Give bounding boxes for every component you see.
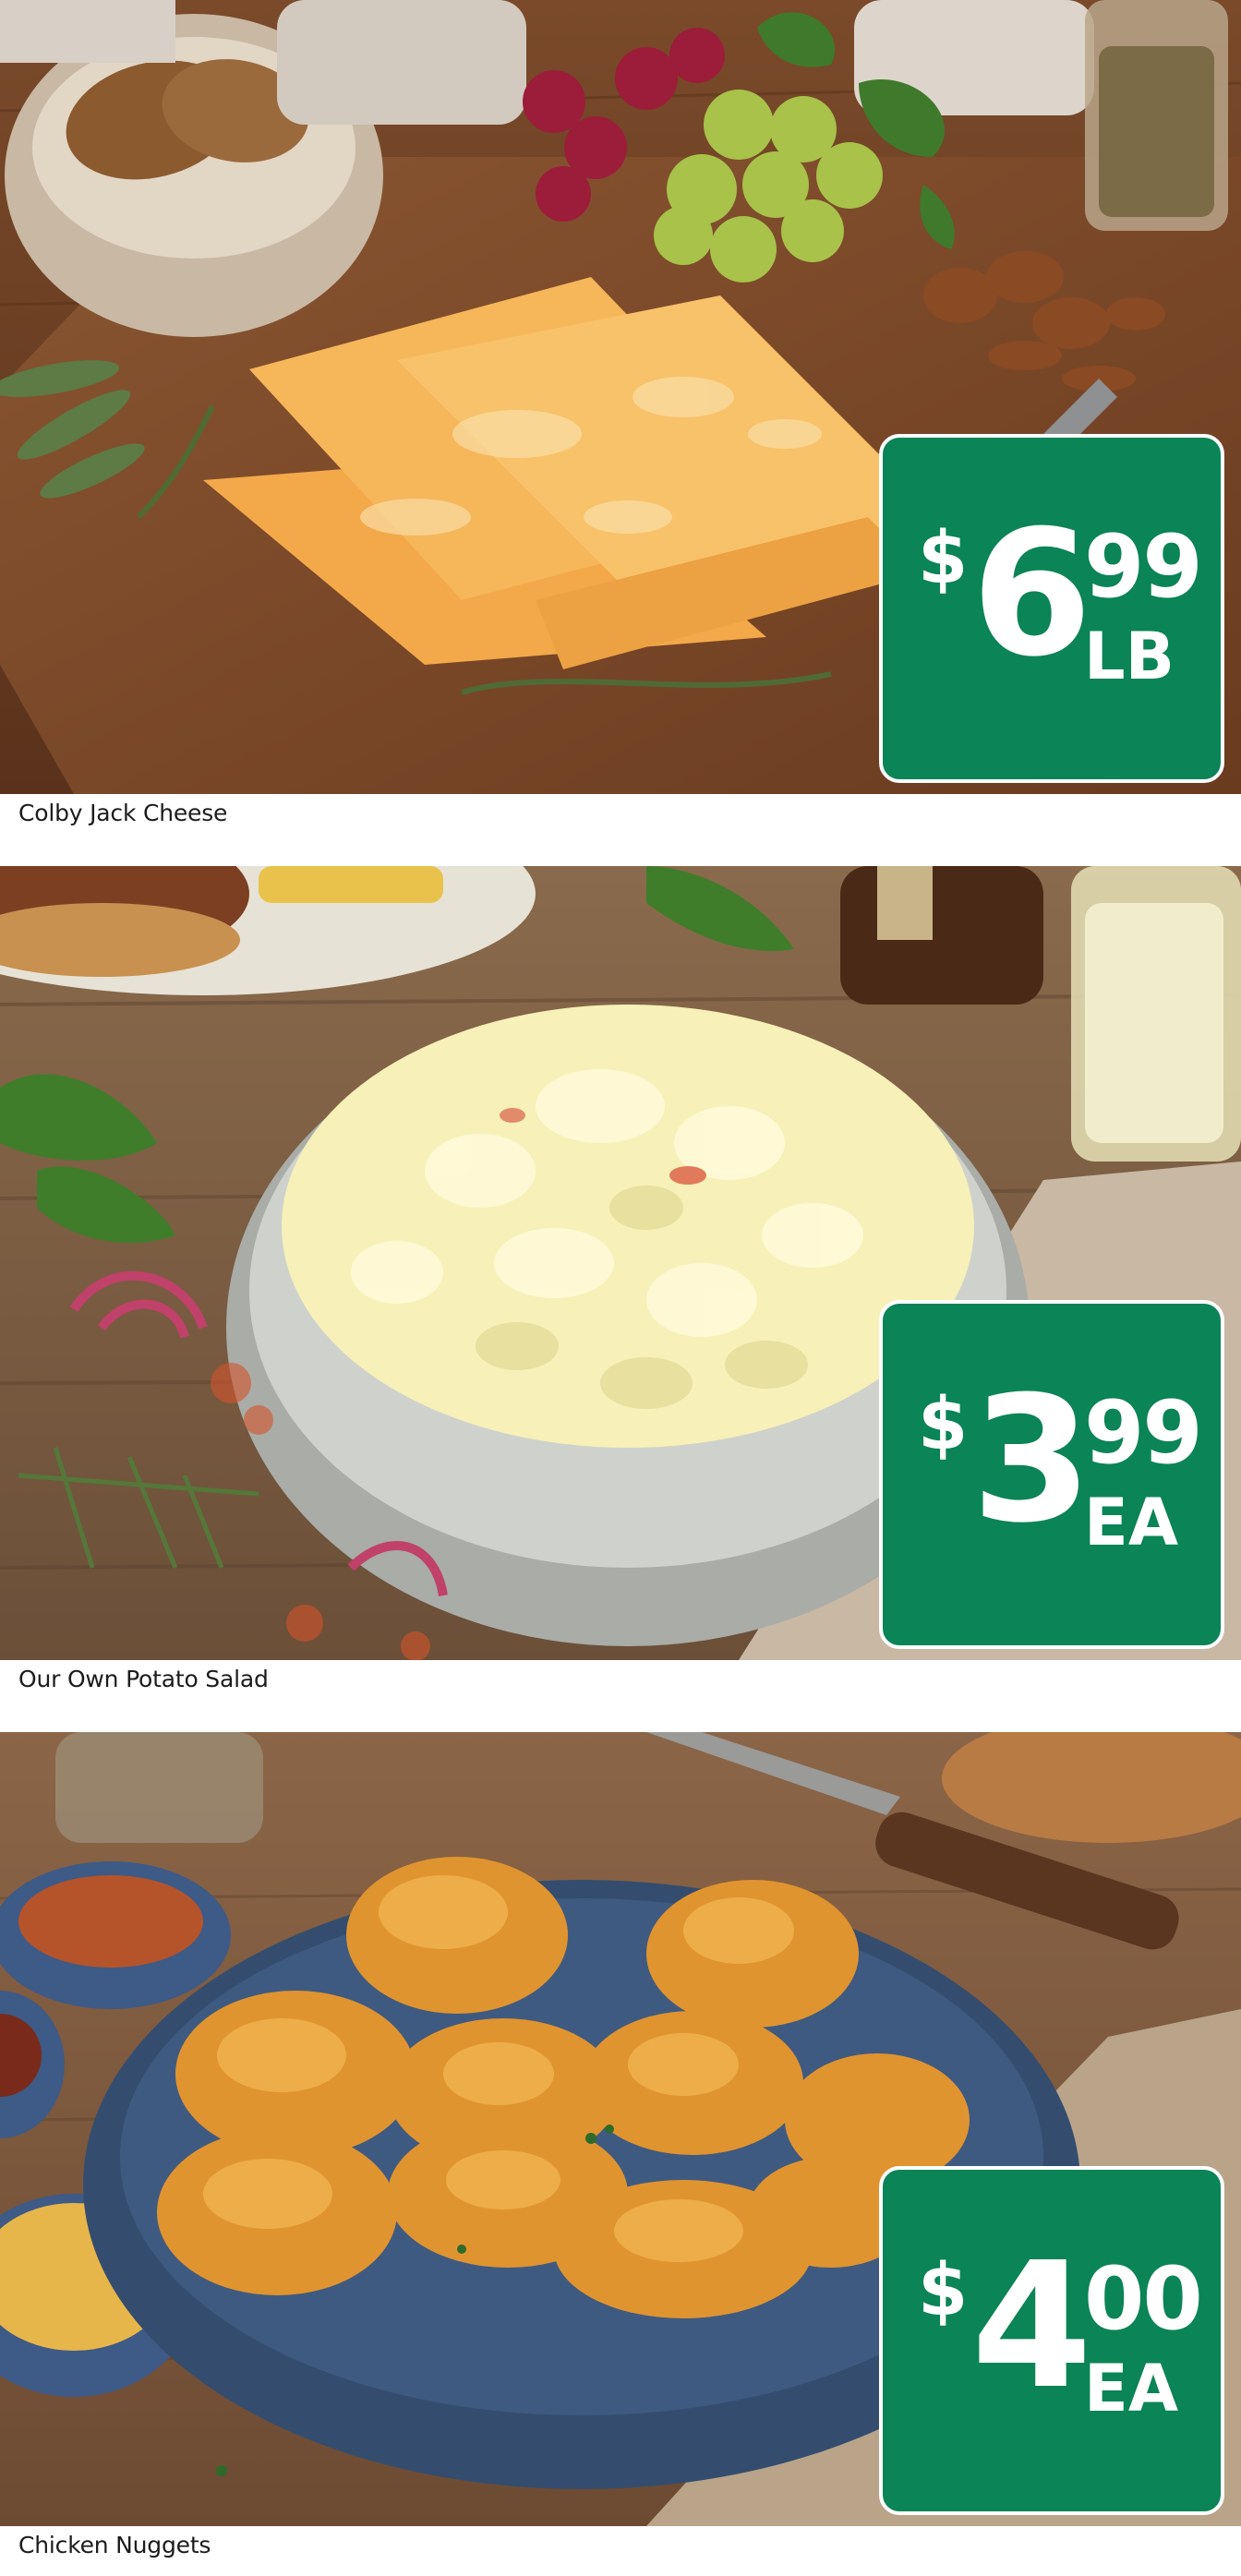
product-name[interactable]: Our Own Potato Salad xyxy=(18,1666,269,1692)
price-cents: 00 xyxy=(1084,2249,1203,2350)
price-currency: $ xyxy=(918,1383,969,1466)
price-cents: 99 xyxy=(1084,517,1203,618)
price-tag: $ 4 00 EA xyxy=(879,2166,1224,2515)
price-dollars: 3 xyxy=(971,1359,1092,1561)
price-currency: $ xyxy=(918,2249,969,2332)
price-dollars: 4 xyxy=(971,2225,1092,2427)
price-tag: $ 6 99 LB xyxy=(879,434,1224,783)
price-unit: LB xyxy=(1084,619,1175,694)
product-name[interactable]: Colby Jack Cheese xyxy=(18,800,227,826)
price-unit: EA xyxy=(1084,2351,1178,2426)
price-tag: $ 3 99 EA xyxy=(879,1300,1224,1649)
price-cents: 99 xyxy=(1084,1383,1203,1484)
price-unit: EA xyxy=(1084,1485,1178,1560)
price-dollars: 6 xyxy=(971,493,1092,695)
product-name[interactable]: Chicken Nuggets xyxy=(18,2532,211,2558)
price-currency: $ xyxy=(918,517,969,600)
